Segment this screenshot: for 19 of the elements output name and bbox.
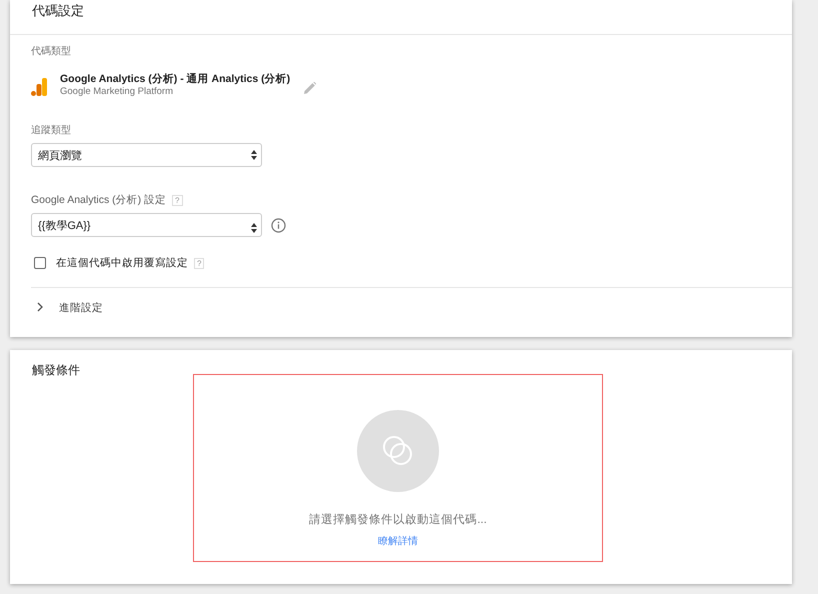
- card-title: 代碼設定: [31, 2, 85, 20]
- checkbox-label: 在這個代碼中啟用覆寫設定: [56, 256, 188, 270]
- info-icon[interactable]: [271, 218, 286, 232]
- field-label: 追蹤類型: [31, 124, 72, 137]
- checkbox[interactable]: [34, 257, 46, 269]
- ga-settings-select[interactable]: {{教學GA}}: [31, 213, 262, 237]
- tag-type-name: Google Analytics (分析) - 通用 Analytics (分析): [60, 72, 290, 86]
- prompt-text: 請選擇觸發條件以啟動這個代碼...: [309, 512, 487, 527]
- select-arrows-icon: [251, 223, 257, 233]
- select-arrows-icon: [251, 150, 257, 160]
- vendor-name: Google Marketing Platform: [60, 86, 174, 97]
- bar-chart-logo-icon: [31, 78, 47, 96]
- track-type-select[interactable]: 網頁瀏覽: [31, 143, 262, 167]
- field-label: Google Analytics (分析) 設定: [31, 193, 166, 207]
- chevron-right-icon: [35, 302, 45, 312]
- advanced-settings-toggle[interactable]: 進階設定: [10, 288, 792, 328]
- field-label: 代碼類型: [31, 44, 72, 58]
- card-title: 觸發條件: [31, 362, 81, 379]
- learn-more-link[interactable]: 瞭解詳情: [378, 534, 418, 548]
